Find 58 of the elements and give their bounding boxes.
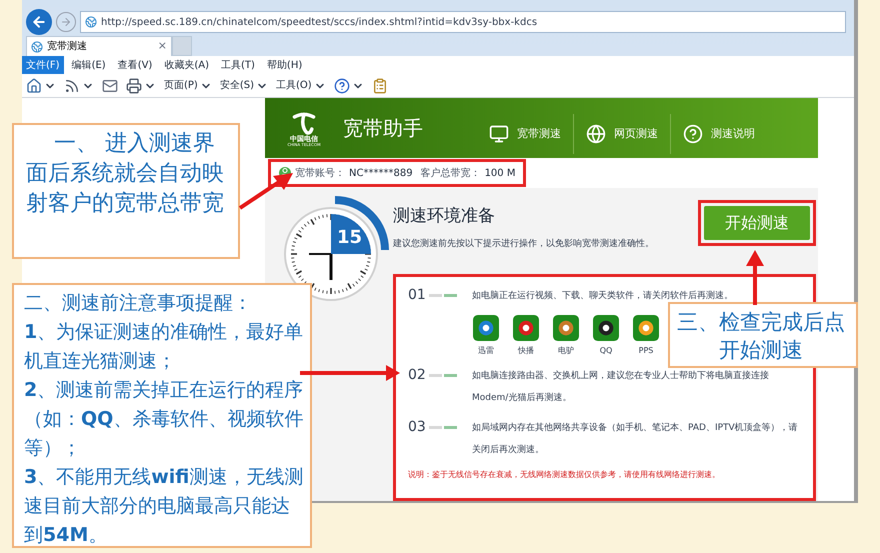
callout-text: 一、 进入测速界面后系统就会自动映射客户的宽带总带宽 [26, 130, 225, 218]
step-text: 如电脑连接路由器、交换机上网，建议您在专业人士帮助下将电脑直接连接Modem/光猫后再测速。 [472, 370, 770, 405]
globe-icon[interactable] [586, 124, 606, 144]
step-number: 03 [408, 418, 426, 437]
callout-text: 三、检查完成后点开始测速 [676, 309, 846, 364]
logo-icon [291, 110, 317, 136]
step-dash-icon [428, 374, 457, 377]
feed-icon[interactable] [64, 78, 80, 94]
printer-icon[interactable] [126, 78, 142, 94]
account-value: NC******889 [349, 166, 413, 180]
note-text: 说明：鉴于无线信号存在衰减，无线网络测速数据仅供参考，请使用有线网络进行测速。 [408, 469, 721, 481]
menu-item[interactable]: 帮助(H) [262, 56, 306, 74]
callout-text: 二、测速前注意事项提醒： [24, 291, 253, 316]
monitor-icon[interactable] [489, 124, 509, 144]
forward-arrow-icon [60, 16, 72, 28]
nav-link[interactable]: 网页测速 [614, 126, 658, 142]
globe-icon [85, 16, 97, 28]
toolbar-menu[interactable]: 页面(P) [164, 78, 198, 93]
tab-title: 宽带测速 [47, 40, 88, 54]
app-title: 宽带助手 [343, 115, 424, 142]
step-text: 如电脑正在运行视频、下载、聊天类软件，请关闭软件后再测速。 [472, 290, 734, 303]
bandwidth-value: 100 M [484, 166, 516, 180]
account-label: 宽带账号： [295, 166, 345, 180]
app-label: 快播 [518, 345, 534, 357]
menu-item[interactable]: 工具(T) [217, 56, 259, 74]
section-heading: 测速环境准备 [393, 205, 496, 228]
mail-icon[interactable] [102, 78, 118, 94]
toolbar-menu[interactable]: 安全(S) [220, 78, 254, 93]
app-label: 电驴 [558, 345, 574, 357]
home-icon[interactable] [26, 78, 42, 94]
clipboard-icon[interactable] [372, 78, 388, 94]
callout-text: 1、为保证测速的准确性，最好单机直连光猫测速； [24, 320, 304, 374]
toolbar-menu[interactable]: 工具(O) [276, 78, 312, 93]
menu-item[interactable]: 编辑(E) [68, 56, 110, 74]
app-icon[interactable] [593, 315, 619, 341]
step-dash-icon [428, 294, 457, 297]
step-dash-icon [428, 426, 457, 429]
step-text: 如局域网内存在其他网络共享设备（如手机、笔记本、PAD、IPTV机顶盒等），请关闭后再次测速。 [472, 422, 799, 457]
callout-text: 3、不能用无线wifi测速，无线测速目前大部分的电脑最高只能达到54M。 [24, 465, 304, 548]
menu-item[interactable]: 文件(F) [22, 56, 64, 74]
browser-tab[interactable]: 宽带测速 × [26, 36, 172, 56]
timer-value: 15 [337, 226, 362, 250]
app-label: PPS [638, 345, 654, 357]
page-icon [31, 40, 43, 52]
help-icon[interactable] [334, 78, 350, 94]
back-button[interactable] [26, 9, 52, 35]
menu-item[interactable]: 收藏夹(A) [160, 56, 213, 74]
bandwidth-label: 客户总带宽： [420, 166, 481, 180]
step-number: 01 [408, 286, 426, 305]
app-label: 迅雷 [478, 345, 494, 357]
menu-item[interactable]: 查看(V) [114, 56, 156, 74]
section-subtitle: 建议您测速前先按以下提示进行操作，以免影响宽带测速准确性。 [393, 238, 655, 250]
app-label: QQ [600, 345, 612, 357]
nav-link[interactable]: 宽带测速 [517, 126, 561, 142]
step-number: 02 [408, 366, 426, 385]
address-field[interactable]: http://speed.sc.189.cn/chinatelcom/speedtest/sccs/index.shtml?intid=kdv3sy-bbx-kdcs [80, 11, 846, 33]
url-text: http://speed.sc.189.cn/chinatelcom/speedtest/sccs/index.shtml?intid=kdv3sy-bbx-kdcs [101, 16, 538, 30]
close-icon[interactable]: × [158, 38, 167, 55]
